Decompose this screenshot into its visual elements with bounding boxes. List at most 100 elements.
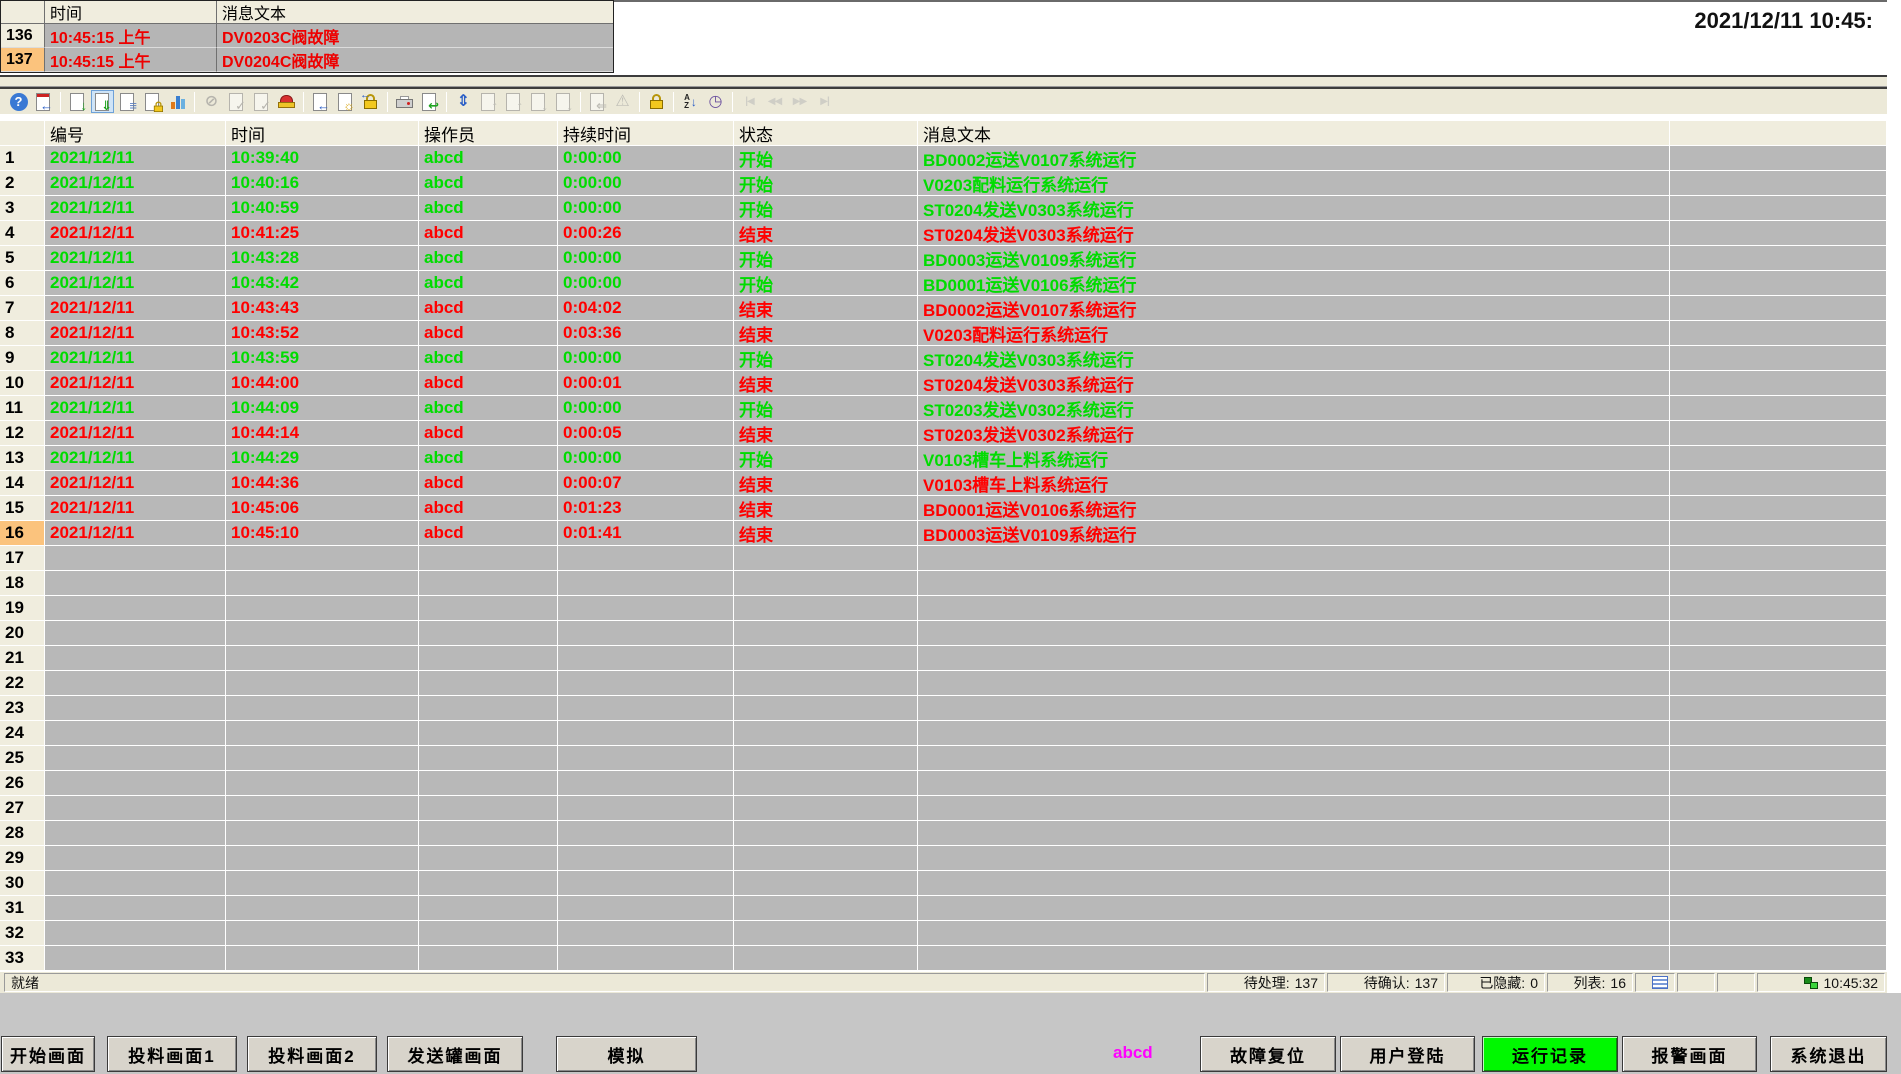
table-row-empty[interactable]: 33	[0, 946, 1887, 971]
table-row-empty[interactable]: 29	[0, 846, 1887, 871]
help-icon[interactable]: ?	[7, 90, 30, 113]
message-cell	[918, 771, 1670, 796]
database-list-icon[interactable]: ≡	[116, 90, 139, 113]
table-row[interactable]: 12021/12/1110:39:40abcd0:00:00开始BD0002运送…	[0, 146, 1887, 171]
operator-cell: abcd	[419, 446, 558, 471]
alarm-popup-row[interactable]: 13610:45:15 上午DV0203C阀故障	[1, 24, 613, 48]
sort-az-icon[interactable]: AZ↓	[679, 90, 702, 113]
table-row[interactable]: 52021/12/1110:43:28abcd0:00:00开始BD0003运送…	[0, 246, 1887, 271]
message-cell: V0103槽车上料系统运行	[918, 471, 1670, 496]
spacer-cell	[1670, 446, 1887, 471]
info-text-icon[interactable]: ←	[309, 90, 332, 113]
status-ready: 就绪	[4, 973, 1205, 992]
table-row-empty[interactable]: 23	[0, 696, 1887, 721]
date-cell: 2021/12/11	[45, 346, 226, 371]
lock-display-icon[interactable]: ←	[359, 90, 382, 113]
restore-icon[interactable]: ↩	[418, 90, 441, 113]
sort-updown-icon[interactable]: ⇕	[452, 90, 475, 113]
date-cell: 2021/12/11	[45, 271, 226, 296]
spacer-cell	[1670, 821, 1887, 846]
nav-button-fault-reset[interactable]: 故障复位	[1200, 1036, 1336, 1072]
table-row[interactable]: 112021/12/1110:44:09abcd0:00:00开始ST0203发…	[0, 396, 1887, 421]
column-header-status[interactable]: 状态	[734, 121, 918, 146]
table-row[interactable]: 82021/12/1110:43:52abcd0:03:36结束V0203配料运…	[0, 321, 1887, 346]
table-row[interactable]: 32021/12/1110:40:59abcd0:00:00开始ST0204发送…	[0, 196, 1887, 221]
table-row-empty[interactable]: 18	[0, 571, 1887, 596]
column-header-operator[interactable]: 操作员	[419, 121, 558, 146]
table-row[interactable]: 132021/12/1110:44:29abcd0:00:00开始V0103槽车…	[0, 446, 1887, 471]
table-row-empty[interactable]: 31	[0, 896, 1887, 921]
alarm-popup-window: 时间消息文本13610:45:15 上午DV0203C阀故障13710:45:1…	[0, 0, 614, 73]
table-row-empty[interactable]: 20	[0, 621, 1887, 646]
spacer-cell	[1670, 771, 1887, 796]
update-list-icon[interactable]: ↓	[66, 90, 89, 113]
table-row[interactable]: 162021/12/1110:45:10abcd0:01:41结束BD0003运…	[0, 521, 1887, 546]
table-row-empty[interactable]: 32	[0, 921, 1887, 946]
row-number-cell: 33	[0, 946, 45, 971]
list-view-icon[interactable]	[1652, 976, 1668, 989]
table-row[interactable]: 102021/12/1110:44:00abcd0:00:01结束ST0204发…	[0, 371, 1887, 396]
date-cell: 2021/12/11	[45, 521, 226, 546]
status-cell	[734, 846, 918, 871]
table-row-empty[interactable]: 17	[0, 546, 1887, 571]
table-row[interactable]: 62021/12/1110:43:42abcd0:00:00开始BD0001运送…	[0, 271, 1887, 296]
table-row[interactable]: 42021/12/1110:41:25abcd0:00:26结束ST0204发送…	[0, 221, 1887, 246]
column-header-number[interactable]: 编号	[45, 121, 226, 146]
table-row-empty[interactable]: 21	[0, 646, 1887, 671]
duration-cell: 0:00:07	[558, 471, 734, 496]
table-row-empty[interactable]: 19	[0, 596, 1887, 621]
table-row-empty[interactable]: 22	[0, 671, 1887, 696]
emergency-ack-icon[interactable]	[275, 90, 298, 113]
alarm-popup-row[interactable]: 13710:45:15 上午DV0204C阀故障	[1, 48, 613, 72]
hint-text-icon[interactable]: ☼	[334, 90, 357, 113]
row-number-cell: 5	[0, 246, 45, 271]
time-base-icon[interactable]: ◷	[704, 90, 727, 113]
nav-button-run-record[interactable]: 运行记录	[1482, 1036, 1618, 1072]
table-row-empty[interactable]: 30	[0, 871, 1887, 896]
print-icon[interactable]	[393, 90, 416, 113]
lock-list-icon[interactable]	[141, 90, 164, 113]
table-row-empty[interactable]: 24	[0, 721, 1887, 746]
nav-button-feed-screen-2[interactable]: 投料画面2	[247, 1036, 377, 1072]
column-header-message[interactable]: 消息文本	[918, 121, 1670, 146]
status-panel-clock: 10:45:32	[1757, 973, 1885, 992]
message-cell: BD0001运送V0106系统运行	[918, 496, 1670, 521]
operator-cell: abcd	[419, 221, 558, 246]
status-cell	[734, 696, 918, 721]
table-row[interactable]: 142021/12/1110:44:36abcd0:00:07结束V0103槽车…	[0, 471, 1887, 496]
table-row-empty[interactable]: 28	[0, 821, 1887, 846]
toolbar-separator	[580, 92, 581, 112]
nav-button-system-exit[interactable]: 系统退出	[1770, 1036, 1887, 1072]
table-row-empty[interactable]: 25	[0, 746, 1887, 771]
nav-button-alarm-screen[interactable]: 报警画面	[1622, 1036, 1757, 1072]
table-row[interactable]: 152021/12/1110:45:06abcd0:01:23结束BD0001运…	[0, 496, 1887, 521]
table-row[interactable]: 92021/12/1110:43:59abcd0:00:00开始ST0204发送…	[0, 346, 1887, 371]
status-cell	[734, 821, 918, 846]
date-cell	[45, 671, 226, 696]
table-row[interactable]: 122021/12/1110:44:14abcd0:00:05结束ST0203发…	[0, 421, 1887, 446]
statistics-icon[interactable]	[166, 90, 189, 113]
nav-button-send-tank-screen[interactable]: 发送罐画面	[387, 1036, 523, 1072]
copy-message-icon: ⇐	[586, 90, 609, 113]
column-header-duration[interactable]: 持续时间	[558, 121, 734, 146]
duration-cell	[558, 546, 734, 571]
table-row[interactable]: 22021/12/1110:40:16abcd0:00:00开始V0203配料运…	[0, 171, 1887, 196]
row-number-cell: 21	[0, 646, 45, 671]
nav-button-user-login[interactable]: 用户登陆	[1340, 1036, 1475, 1072]
operator-cell	[419, 896, 558, 921]
nav-button-feed-screen-1[interactable]: 投料画面1	[107, 1036, 237, 1072]
row-number-cell: 26	[0, 771, 45, 796]
spacer-cell	[1670, 196, 1887, 221]
date-cell	[45, 546, 226, 571]
lock-icon[interactable]	[645, 90, 668, 113]
nav-button-start-screen[interactable]: 开始画面	[1, 1036, 95, 1072]
alarm-popup-corner-cell	[1, 1, 45, 24]
duration-cell: 0:01:23	[558, 496, 734, 521]
column-header-time[interactable]: 时间	[226, 121, 419, 146]
table-row-empty[interactable]: 27	[0, 796, 1887, 821]
nav-button-simulation[interactable]: 模拟	[556, 1036, 697, 1072]
table-row[interactable]: 72021/12/1110:43:43abcd0:04:02结束BD0002运送…	[0, 296, 1887, 321]
archive-list-icon[interactable]: ⇓	[91, 90, 114, 113]
message-window-icon[interactable]: ←	[32, 90, 55, 113]
table-row-empty[interactable]: 26	[0, 771, 1887, 796]
